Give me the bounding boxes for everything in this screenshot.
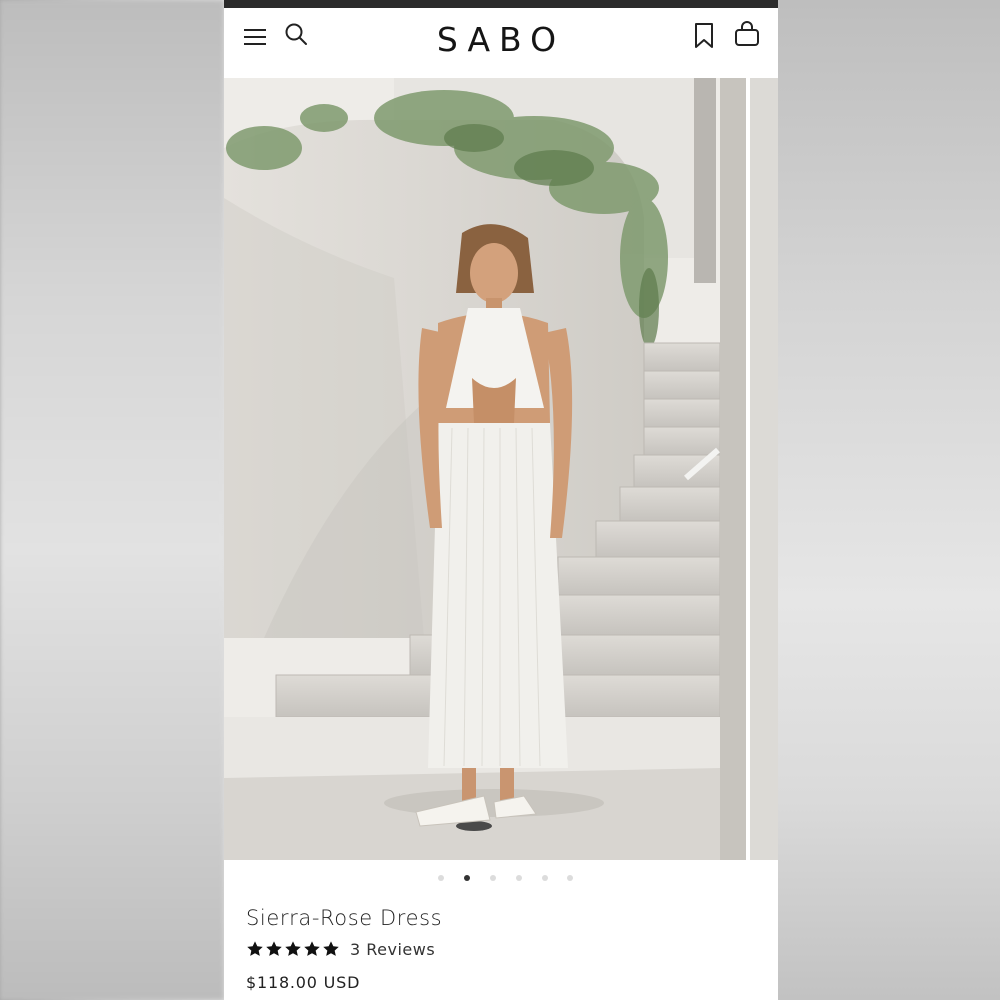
star-icon [285,941,301,956]
gallery-dot[interactable] [542,875,548,881]
menu-icon[interactable] [244,26,268,46]
reviews-link[interactable]: 3 Reviews [350,940,435,959]
gallery-pagination [224,872,778,884]
shopping-bag-icon[interactable] [732,20,762,50]
gallery-dot[interactable] [490,875,496,881]
next-photo-preview[interactable] [750,78,778,860]
star-icon [304,941,320,956]
status-bar [224,0,778,8]
product-photo [224,78,746,860]
background-right-blur [778,0,1000,1000]
product-rating: 3 Reviews [246,938,435,960]
background-left-blur [0,0,224,1000]
star-icon [266,941,282,956]
product-title: Sierra-Rose Dress [246,906,443,930]
rating-stars [246,940,340,958]
site-header: SABO [224,8,778,78]
search-icon[interactable] [284,22,310,48]
product-price: $118.00 USD [246,973,361,992]
bookmark-icon[interactable] [692,22,716,50]
product-image-gallery[interactable] [224,78,778,860]
gallery-dot[interactable] [516,875,522,881]
brand-logo[interactable]: SABO [401,20,601,59]
gallery-dot[interactable] [438,875,444,881]
star-icon [247,941,263,956]
mobile-page: SABO Sierra-Rose Dress 3 Reviews $118.00… [224,0,778,1000]
gallery-dot[interactable] [567,875,573,881]
star-icon [323,941,339,956]
gallery-dot-active[interactable] [464,875,470,881]
